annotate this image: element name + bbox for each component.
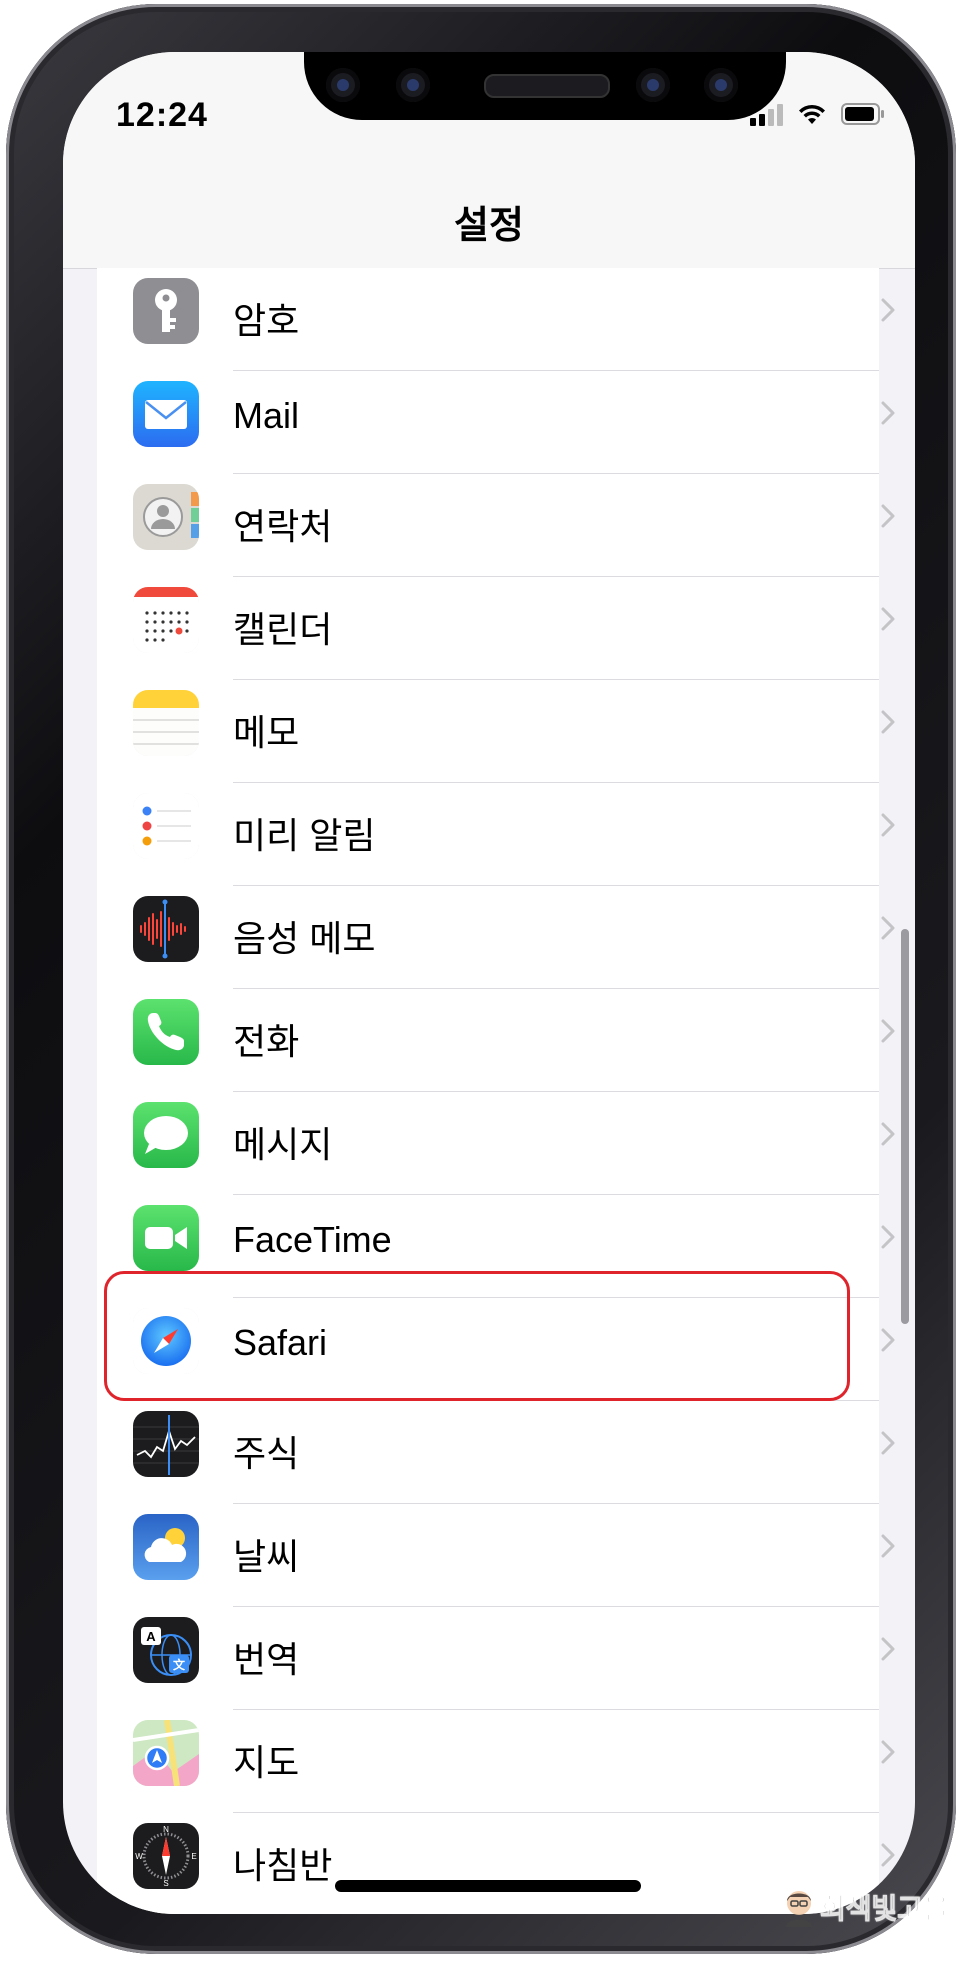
calendar-icon [133,587,199,653]
mail-icon [133,381,199,447]
weather-icon [133,1514,199,1580]
sensor-icon [396,68,430,102]
svg-text:S: S [163,1879,168,1888]
settings-row-label: 암호 [233,300,300,341]
settings-row-label: 번역 [233,1639,300,1680]
settings-row-label: 날씨 [233,1536,300,1577]
settings-row-notes[interactable]: 메모 [97,680,895,783]
chevron-right-icon [881,1019,895,1043]
chevron-right-icon [881,298,895,322]
settings-row-phone[interactable]: 전화 [97,989,895,1092]
settings-row-voice-memos[interactable]: 음성 메모 [97,886,895,989]
svg-text:A: A [146,1629,156,1644]
settings-row-stocks[interactable]: 주식 [97,1401,895,1504]
sensor-icon [326,68,360,102]
maps-icon [133,1720,199,1786]
settings-row-messages[interactable]: 메시지 [97,1092,895,1195]
safari-highlight-box [104,1271,850,1401]
settings-row-label: 연락처 [233,506,333,547]
avatar-icon [786,1891,812,1927]
phone-frame: 12:24 설정 암호 Mail 연락처 캘린더 메모 미리 알림 음성 메모 … [6,4,956,1954]
svg-text:文: 文 [173,1657,186,1672]
navigation-bar: 설정 [63,172,915,269]
svg-text:N: N [163,1825,169,1834]
chevron-right-icon [881,1431,895,1455]
settings-row-label: 주식 [233,1433,300,1474]
settings-row-label: 전화 [233,1021,300,1062]
settings-row-label: 캘린더 [233,609,333,650]
chevron-right-icon [881,1328,895,1352]
svg-text:W: W [135,1852,143,1861]
translate-icon: A 文 [133,1617,199,1683]
settings-row-weather[interactable]: 날씨 [97,1504,895,1607]
scrollbar[interactable] [901,929,909,1324]
chevron-right-icon [881,1122,895,1146]
settings-row-passwords[interactable]: 암호 [97,268,895,371]
front-camera-icon [636,68,670,102]
watermark-text: 회색빛고을 [820,1893,950,1925]
settings-row-label: 미리 알림 [233,815,376,856]
front-camera-icon [704,68,738,102]
chevron-right-icon [881,401,895,425]
settings-row-label: Mail [233,395,300,436]
chevron-right-icon [881,1740,895,1764]
chevron-right-icon [881,916,895,940]
settings-row-label: 음성 메모 [233,918,376,959]
settings-row-label: 나침반 [233,1845,333,1886]
settings-row-calendar[interactable]: 캘린더 [97,577,895,680]
chevron-right-icon [881,504,895,528]
status-time: 12:24 [116,96,208,134]
settings-row-translate[interactable]: A 文 번역 [97,1607,895,1710]
watermark: 회색빛고을 [782,1887,949,1927]
notes-icon [133,690,199,756]
settings-row-label: 지도 [233,1742,300,1783]
earpiece-speaker [484,74,610,98]
svg-text:E: E [191,1852,196,1861]
wifi-icon [797,102,827,126]
page-title: 설정 [454,205,524,247]
messages-icon [133,1102,199,1168]
chevron-right-icon [881,1637,895,1661]
settings-row-label: 메모 [233,712,300,753]
chevron-right-icon [881,1534,895,1558]
home-indicator[interactable] [335,1880,641,1892]
chevron-right-icon [881,813,895,837]
settings-row-label: FaceTime [233,1219,392,1260]
settings-row-compass[interactable]: N S W E 나침반 [97,1813,895,1914]
facetime-icon [133,1205,199,1271]
contacts-icon [133,484,199,550]
stocks-icon [133,1411,199,1477]
notch [304,52,786,120]
chevron-right-icon [881,1225,895,1249]
reminders-icon [133,793,199,859]
chevron-right-icon [881,710,895,734]
status-icons [750,102,885,126]
chevron-right-icon [881,607,895,631]
compass-icon: N S W E [133,1823,199,1889]
settings-row-contacts[interactable]: 연락처 [97,474,895,577]
voice-memos-icon [133,896,199,962]
screen: 12:24 설정 암호 Mail 연락처 캘린더 메모 미리 알림 음성 메모 … [63,52,915,1914]
battery-icon [841,103,885,125]
settings-row-reminders[interactable]: 미리 알림 [97,783,895,886]
phone-icon [133,999,199,1065]
chevron-right-icon [881,1843,895,1867]
settings-list: 암호 Mail 연락처 캘린더 메모 미리 알림 음성 메모 전화 메시지 Fa… [97,268,895,1914]
settings-row-maps[interactable]: 지도 [97,1710,895,1813]
settings-row-mail[interactable]: Mail [97,371,895,474]
settings-row-label: 메시지 [233,1124,333,1165]
key-icon [133,278,199,344]
